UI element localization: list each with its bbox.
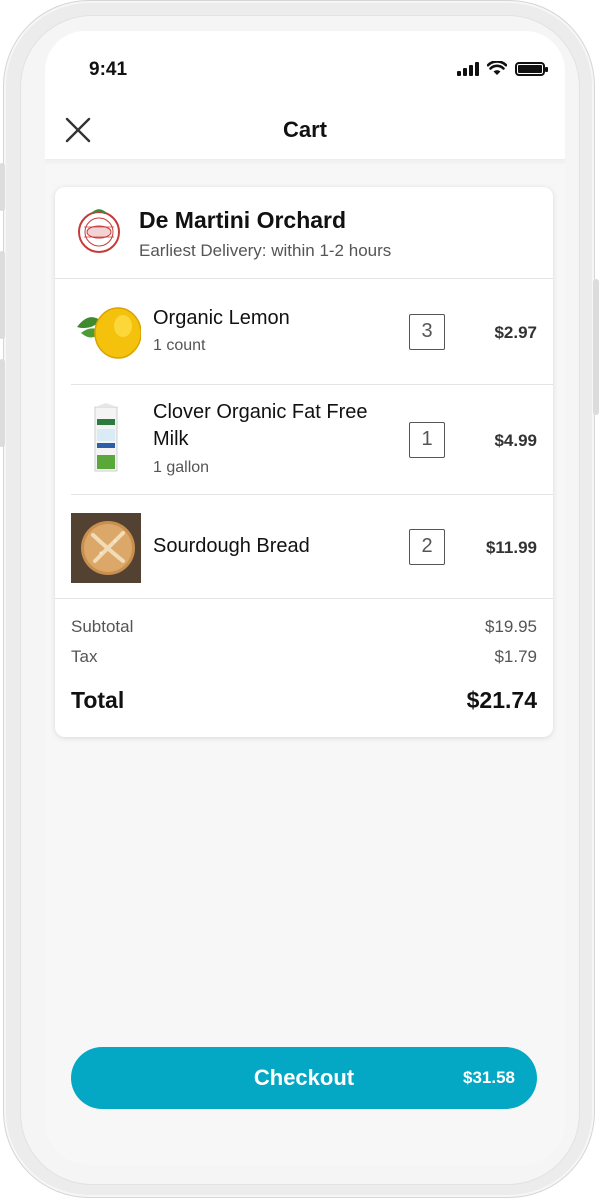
- quantity-selector[interactable]: 1: [409, 422, 445, 458]
- volume-up-button: [0, 251, 5, 339]
- subtotal-label: Subtotal: [71, 617, 134, 636]
- total-row: Total $21.74: [71, 687, 537, 714]
- item-price: $4.99: [494, 431, 537, 450]
- status-time: 9:41: [89, 59, 128, 80]
- summary-divider: [55, 598, 553, 599]
- mute-switch: [0, 163, 5, 211]
- subtotal-value: $19.95: [485, 617, 537, 636]
- page-title: Cart: [282, 117, 327, 142]
- store-logo-icon: [78, 209, 120, 253]
- total-value: $21.74: [466, 687, 537, 713]
- battery-icon: [515, 61, 548, 76]
- header-divider: [45, 159, 565, 165]
- app-screen: 9:41 Cart De Martini Orchard Earliest De…: [45, 31, 565, 1165]
- item-detail: 1 gallon: [153, 459, 210, 476]
- status-icons: [457, 61, 548, 76]
- item-price: $11.99: [485, 538, 537, 557]
- item-price: $2.97: [494, 323, 537, 342]
- phone-frame: 9:41 Cart De Martini Orchard Earliest De…: [0, 0, 599, 1198]
- quantity-selector[interactable]: 3: [409, 314, 445, 350]
- item-name: Sourdough Bread: [153, 535, 310, 557]
- total-label: Total: [71, 687, 125, 713]
- item-name: Organic Lemon: [153, 307, 290, 329]
- wifi-icon: [487, 61, 507, 75]
- subtotal-row: Subtotal $19.95: [71, 617, 537, 637]
- bread-image: [71, 513, 141, 583]
- lemon-image: [77, 307, 141, 359]
- item-detail: 1 count: [153, 337, 206, 354]
- item-name: Clover Organic Fat Free Milk: [153, 401, 368, 450]
- cart-card: De Martini Orchard Earliest Delivery: wi…: [55, 187, 553, 737]
- store-header: De Martini Orchard Earliest Delivery: wi…: [55, 187, 553, 279]
- quantity-selector[interactable]: 2: [409, 529, 445, 565]
- power-button: [593, 279, 599, 415]
- cart-item: Organic Lemon 1 count 3 $2.97: [71, 279, 553, 385]
- store-name: De Martini Orchard: [139, 207, 347, 233]
- cart-item: Sourdough Bread 2 $11.99: [71, 495, 553, 599]
- tax-row: Tax $1.79: [71, 647, 537, 667]
- milk-carton-image: [94, 403, 118, 472]
- cart-item: Clover Organic Fat Free Milk 1 gallon 1 …: [71, 385, 553, 495]
- tax-label: Tax: [71, 647, 98, 666]
- delivery-estimate: Earliest Delivery: within 1-2 hours: [139, 241, 392, 260]
- checkout-amount: $31.58: [463, 1068, 515, 1087]
- checkout-button[interactable]: Checkout $31.58: [71, 1047, 537, 1109]
- cellular-signal-icon: [457, 61, 479, 76]
- volume-down-button: [0, 359, 5, 447]
- tax-value: $1.79: [494, 647, 537, 666]
